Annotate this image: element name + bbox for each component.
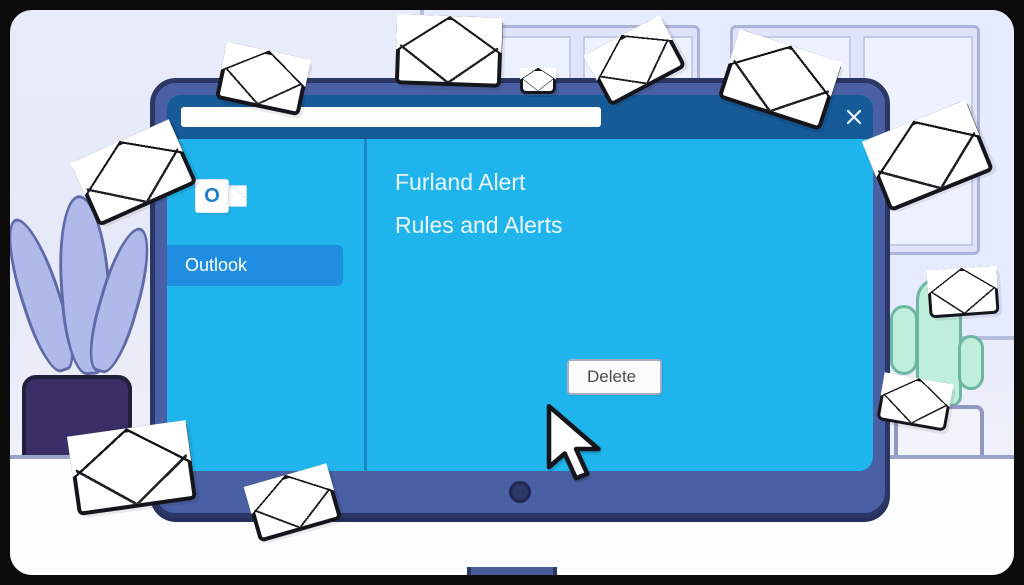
screen: O Outlook Furland Alert Rules and Alerts… (167, 95, 873, 471)
monitor-frame: O Outlook Furland Alert Rules and Alerts… (150, 78, 890, 518)
envelope-icon (520, 68, 556, 94)
delete-button-label: Delete (587, 367, 636, 386)
monitor-stand (467, 567, 557, 575)
outlook-icon-letter: O (195, 179, 229, 213)
envelope-icon (67, 420, 197, 516)
heading-rules-and-alerts: Rules and Alerts (395, 212, 845, 239)
envelope-icon (395, 14, 503, 88)
sidebar-item-outlook[interactable]: Outlook (167, 245, 343, 286)
app-body: O Outlook Furland Alert Rules and Alerts… (167, 139, 873, 471)
sidebar: O Outlook (167, 139, 367, 471)
background-cactus (890, 305, 918, 375)
close-icon[interactable] (845, 108, 863, 126)
titlebar-title-placeholder (181, 107, 601, 127)
envelope-icon (926, 266, 999, 319)
main-panel: Furland Alert Rules and Alerts Delete (367, 139, 873, 471)
sidebar-item-label: Outlook (185, 255, 247, 275)
background-cactus (958, 335, 984, 390)
heading-furland-alert: Furland Alert (395, 169, 845, 196)
outlook-icon: O (195, 175, 247, 219)
cursor-arrow-icon (540, 404, 612, 494)
delete-button[interactable]: Delete (567, 359, 662, 395)
illustration-scene: O Outlook Furland Alert Rules and Alerts… (10, 10, 1014, 575)
monitor-power-button (509, 481, 531, 503)
